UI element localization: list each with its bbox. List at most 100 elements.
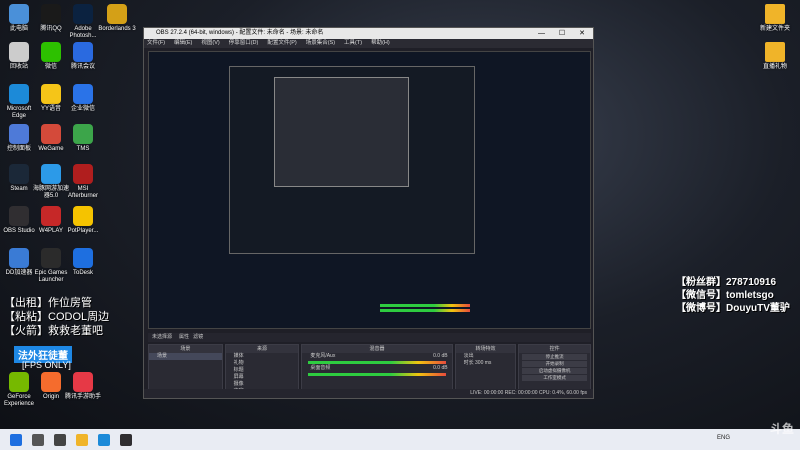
mixer-channel-desktop: 桌面音频 0.0 dB <box>302 365 451 372</box>
desktop-icon-label: MSI Afterburner <box>67 186 98 199</box>
app-icon <box>9 84 29 104</box>
overlay-wechat: 【微信号】tomletsgo <box>676 290 774 301</box>
mixer-dock: 混音器 麦克风/Aux 0.0 dB 桌面音频 0.0 dB <box>301 344 453 390</box>
scenes-dock: 场景 场景 <box>148 344 223 390</box>
menu-edit[interactable]: 编辑(E) <box>174 39 192 48</box>
desktop-icon-label: Adobe Photosh... <box>69 26 97 39</box>
task-view-icon[interactable] <box>54 433 66 446</box>
app-icon <box>9 42 29 62</box>
source-item[interactable]: 礼物 <box>226 360 299 367</box>
obs-titlebar[interactable]: OBS 27.2.4 (64-bit, windows) - 配置文件: 未命名… <box>144 28 593 39</box>
desktop-icon[interactable]: 腾讯会议 <box>64 42 102 71</box>
sources-dock-title: 来源 <box>225 345 299 353</box>
desktop-audio-meter <box>308 373 446 376</box>
duration-value[interactable]: 300 ms <box>475 360 491 366</box>
desktop-icon[interactable]: PotPlayer... <box>64 206 102 235</box>
app-icon <box>73 42 93 62</box>
folder-icon <box>765 4 785 24</box>
studio-mode-button[interactable]: 工作室模式 <box>522 375 587 381</box>
desktop-icon-label: ToDesk <box>72 270 93 276</box>
overlay-line-3: 【火箭】救救老董吧 <box>4 325 103 337</box>
controls-dock-title: 控件 <box>519 345 590 353</box>
virtual-camera-button[interactable]: 启动虚拟摄像机 <box>522 368 587 374</box>
app-icon <box>9 124 29 144</box>
source-item[interactable]: 屏幕 <box>226 374 299 381</box>
app-icon <box>41 84 61 104</box>
desktop-icon[interactable]: TMS <box>64 124 102 153</box>
window-controls[interactable]: — ☐ ✕ <box>538 28 591 39</box>
tray-language[interactable]: ENG <box>717 435 730 441</box>
recursive-preview-inner <box>274 77 409 187</box>
source-item[interactable]: 媒体 <box>226 353 299 360</box>
recursive-preview <box>229 66 475 312</box>
mic-meter <box>308 361 446 364</box>
app-icon <box>9 4 29 24</box>
app-icon <box>41 124 61 144</box>
source-item[interactable]: 摄像 <box>226 381 299 388</box>
desktop-folder[interactable]: 新建文件夹 <box>756 4 794 33</box>
desktop-folder[interactable]: 直播礼物 <box>756 42 794 71</box>
overlay-weibo: 【微博号】DouyuTV董驴 <box>676 303 790 314</box>
menu-scene-collection[interactable]: 场景集合(S) <box>306 39 335 48</box>
desktop-icon-label: TMS <box>76 146 90 152</box>
app-icon <box>73 206 93 226</box>
transition-duration-row: 时长 300 ms <box>456 360 516 367</box>
desktop-icon[interactable]: MSI Afterburner <box>64 164 102 200</box>
app-icon <box>41 372 61 392</box>
stop-streaming-button[interactable]: 停止推流 <box>522 354 587 360</box>
filters-button[interactable]: 滤镜 <box>193 334 203 340</box>
menu-docks[interactable]: 停靠窗口(D) <box>229 39 259 48</box>
desktop-folder-label: 新建文件夹 <box>759 26 790 32</box>
menu-profile[interactable]: 配置文件(P) <box>267 39 296 48</box>
desktop-icon[interactable]: 腾讯手游助手 <box>64 372 102 401</box>
app-icon <box>73 372 93 392</box>
no-source-selected: 未选择源 <box>152 334 173 340</box>
mic-db: 0.0 dB <box>433 353 448 359</box>
mic-label: 麦克风/Aux <box>310 353 336 359</box>
obs-status-bar: LIVE: 00:00:00 REC: 00:00:00 CPU: 0.4%, … <box>144 389 593 398</box>
overlay-fps-only: [FPS ONLY] <box>22 360 71 370</box>
desktop-icon[interactable]: 企业微信 <box>64 84 102 113</box>
source-item[interactable]: 标题 <box>226 367 299 374</box>
scene-item[interactable]: 场景 <box>149 353 222 360</box>
transition-type[interactable]: 淡出 <box>456 353 516 360</box>
obs-icon[interactable] <box>120 433 132 446</box>
app-icon <box>9 248 29 268</box>
file-explorer-icon[interactable] <box>76 433 88 446</box>
menu-file[interactable]: 文件(F) <box>147 39 165 48</box>
duration-label: 时长 <box>463 360 474 366</box>
obs-title: OBS 27.2.4 (64-bit, windows) - 配置文件: 未命名… <box>156 30 324 36</box>
edge-icon[interactable] <box>98 433 110 446</box>
obs-window[interactable]: OBS 27.2.4 (64-bit, windows) - 配置文件: 未命名… <box>143 27 594 399</box>
desktop-icon[interactable]: ToDesk <box>64 248 102 277</box>
menu-tools[interactable]: 工具(T) <box>344 39 362 48</box>
app-icon <box>41 248 61 268</box>
menu-view[interactable]: 视图(V) <box>201 39 219 48</box>
menu-help[interactable]: 帮助(H) <box>371 39 390 48</box>
mixer-channel-mic: 麦克风/Aux 0.0 dB <box>302 353 451 360</box>
desktop-icon-label: 企业微信 <box>70 106 95 112</box>
app-icon <box>9 372 29 392</box>
transitions-dock: 转场特效 淡出 时长 300 ms <box>454 344 517 390</box>
app-icon <box>73 124 93 144</box>
overlay-social-info: 【粉丝群】278710916 【微信号】tomletsgo 【微博号】Douyu… <box>676 276 790 315</box>
douyu-watermark: 斗鱼 <box>769 422 794 436</box>
obs-preview-canvas[interactable] <box>148 51 591 329</box>
desktop-icon[interactable]: Borderlands 3 <box>98 4 136 33</box>
scenes-dock-title: 场景 <box>149 345 222 353</box>
windows-start-icon[interactable] <box>10 433 22 446</box>
app-icon <box>73 164 93 184</box>
source-toolbar: 未选择源 属性 滤镜 <box>148 333 591 342</box>
app-icon <box>73 248 93 268</box>
start-recording-button[interactable]: 开始录制 <box>522 361 587 367</box>
desktop-icon-label: 腾讯手游助手 <box>64 394 101 400</box>
app-icon <box>73 4 93 24</box>
taskbar: ENG <box>0 429 800 450</box>
desktop-icon[interactable]: Adobe Photosh... <box>64 4 102 40</box>
app-icon <box>107 4 127 24</box>
controls-dock: 控件 停止推流 开始录制 启动虚拟摄像机 工作室模式 <box>518 344 591 390</box>
app-icon <box>41 206 61 226</box>
overlay-line-2: 【粘粘】CODOL周边 <box>4 311 110 323</box>
properties-button[interactable]: 属性 <box>179 334 189 340</box>
search-icon[interactable] <box>32 433 44 446</box>
